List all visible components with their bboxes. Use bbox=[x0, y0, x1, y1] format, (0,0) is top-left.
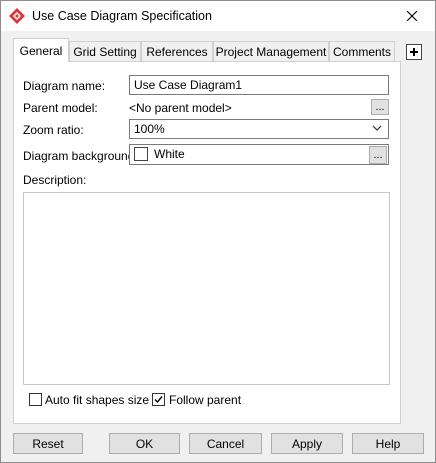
reset-button[interactable]: Reset bbox=[13, 433, 83, 454]
ok-button[interactable]: OK bbox=[109, 433, 180, 454]
close-icon bbox=[407, 11, 417, 21]
diagram-name-input[interactable]: Use Case Diagram1 bbox=[129, 75, 389, 95]
auto-fit-label: Auto fit shapes size bbox=[45, 393, 150, 407]
auto-fit-checkbox[interactable] bbox=[29, 393, 42, 406]
title-bar: Use Case Diagram Specification bbox=[1, 1, 435, 31]
zoom-ratio-select[interactable]: 100% bbox=[129, 119, 389, 139]
follow-parent-checkbox[interactable] bbox=[152, 393, 165, 406]
diagram-background-value: White bbox=[154, 147, 185, 161]
chevron-down-icon bbox=[372, 125, 382, 131]
diagram-name-value: Use Case Diagram1 bbox=[134, 78, 243, 92]
description-label: Description: bbox=[23, 173, 87, 187]
window-title: Use Case Diagram Specification bbox=[32, 9, 212, 23]
apply-button[interactable]: Apply bbox=[271, 433, 343, 454]
diagram-background-picker[interactable]: White bbox=[129, 144, 389, 165]
cancel-button[interactable]: Cancel bbox=[189, 433, 262, 454]
tab-project-management[interactable]: Project Management bbox=[213, 41, 329, 61]
zoom-ratio-value: 100% bbox=[134, 122, 165, 136]
dialog-window: Use Case Diagram Specification General G… bbox=[0, 0, 436, 463]
tab-grid-setting[interactable]: Grid Setting bbox=[69, 41, 141, 61]
parent-model-browse-button[interactable]: ... bbox=[371, 99, 389, 115]
diagram-name-label: Diagram name: bbox=[23, 79, 106, 93]
visual-paradigm-logo-icon bbox=[9, 8, 25, 24]
follow-parent-label: Follow parent bbox=[169, 393, 242, 407]
diagram-background-label: Diagram background: bbox=[23, 149, 138, 163]
tab-references[interactable]: References bbox=[141, 41, 213, 61]
tab-general[interactable]: General bbox=[13, 38, 69, 62]
checkmark-icon bbox=[154, 396, 163, 404]
description-textarea[interactable] bbox=[23, 192, 390, 385]
add-tab-icon[interactable] bbox=[406, 44, 422, 60]
close-button[interactable] bbox=[389, 1, 435, 31]
help-button[interactable]: Help bbox=[352, 433, 424, 454]
parent-model-value: <No parent model> bbox=[129, 101, 232, 115]
diagram-background-browse-button[interactable]: ... bbox=[369, 146, 387, 164]
tab-comments[interactable]: Comments bbox=[329, 41, 395, 61]
zoom-ratio-label: Zoom ratio: bbox=[23, 123, 84, 137]
parent-model-label: Parent model: bbox=[23, 101, 98, 115]
color-swatch bbox=[134, 147, 148, 161]
